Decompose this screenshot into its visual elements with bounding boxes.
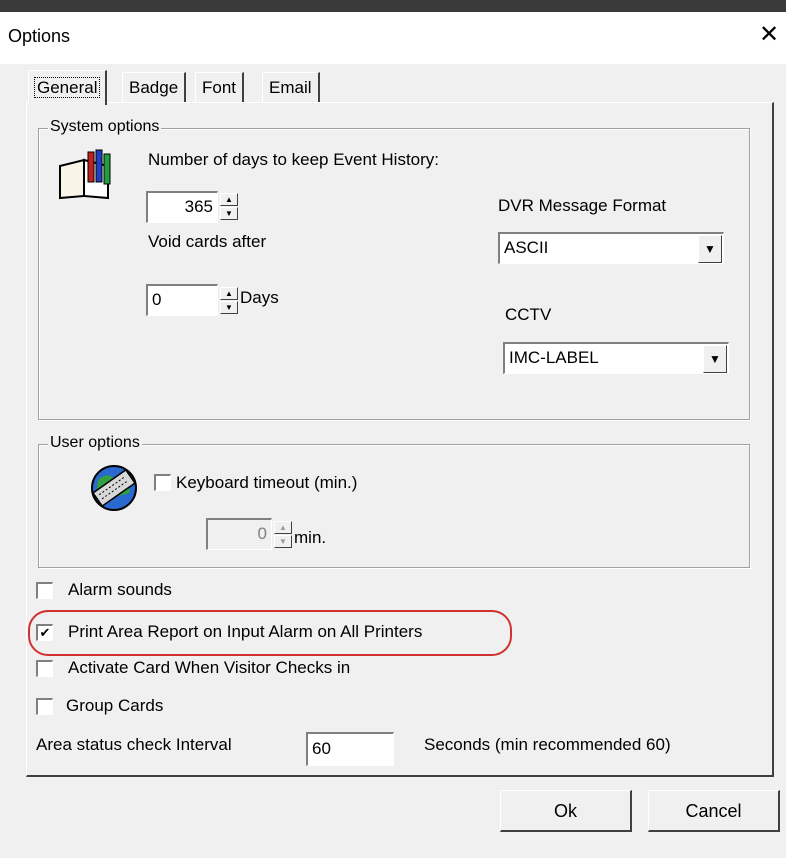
keyboard-timeout-checkbox[interactable] xyxy=(154,474,171,491)
history-days-input[interactable]: 365 xyxy=(146,191,218,223)
area-status-label: Area status check Interval xyxy=(36,735,232,754)
book-icon xyxy=(59,149,111,200)
tab-email-label: Email xyxy=(269,78,312,97)
dvr-format-value: ASCII xyxy=(504,238,549,257)
window-top-strip xyxy=(0,0,786,12)
area-status-input[interactable]: 60 xyxy=(306,732,394,766)
spin-down-icon[interactable]: ▼ xyxy=(220,301,238,314)
keyboard-globe-icon xyxy=(91,465,137,511)
cctv-label: CCTV xyxy=(505,305,552,324)
chevron-down-icon[interactable]: ▼ xyxy=(698,235,722,263)
alarm-sounds-checkbox[interactable] xyxy=(36,582,53,599)
cctv-select[interactable]: IMC-LABEL ▼ xyxy=(503,342,729,374)
print-area-report-label: Print Area Report on Input Alarm on All … xyxy=(68,622,423,641)
system-options-legend: System options xyxy=(48,118,162,136)
timeout-spinner: ▲ ▼ xyxy=(274,518,292,552)
print-area-report-checkbox[interactable]: ✔ xyxy=(36,624,53,641)
tab-general-label: General xyxy=(33,77,101,98)
history-label: Number of days to keep Event History: xyxy=(148,150,440,169)
spin-down-icon[interactable]: ▼ xyxy=(274,535,292,548)
tab-email[interactable]: Email xyxy=(262,72,320,103)
cctv-value: IMC-LABEL xyxy=(509,348,599,367)
min-suffix: min. xyxy=(294,528,327,547)
spin-down-icon[interactable]: ▼ xyxy=(220,207,238,220)
keyboard-timeout-label: Keyboard timeout (min.) xyxy=(176,473,358,492)
dvr-label: DVR Message Format xyxy=(498,196,667,215)
dvr-format-select[interactable]: ASCII ▼ xyxy=(498,232,724,264)
void-days-spinner: ▲ ▼ xyxy=(220,284,238,318)
tab-badge[interactable]: Badge xyxy=(122,72,187,103)
void-label: Void cards after xyxy=(148,232,267,251)
activate-card-checkbox[interactable] xyxy=(36,660,53,677)
tab-general[interactable]: General xyxy=(28,70,108,105)
spin-up-icon[interactable]: ▲ xyxy=(220,287,238,300)
group-cards-checkbox[interactable] xyxy=(36,698,53,715)
ok-button[interactable]: Ok xyxy=(500,790,632,832)
tab-font-label: Font xyxy=(202,78,237,97)
timeout-minutes-input[interactable]: 0 xyxy=(206,518,272,550)
spin-up-icon[interactable]: ▲ xyxy=(274,521,292,534)
void-days-input[interactable]: 0 xyxy=(146,284,218,316)
activate-card-label: Activate Card When Visitor Checks in xyxy=(68,658,351,677)
area-status-suffix: Seconds (min recommended 60) xyxy=(424,735,671,754)
title-bar xyxy=(0,12,786,64)
spin-up-icon[interactable]: ▲ xyxy=(220,193,238,206)
group-cards-label: Group Cards xyxy=(66,696,164,715)
history-days-spinner: ▲ ▼ xyxy=(220,190,238,224)
user-options-legend: User options xyxy=(48,434,142,452)
days-suffix: Days xyxy=(240,288,279,307)
chevron-down-icon[interactable]: ▼ xyxy=(703,345,727,373)
system-options-group xyxy=(38,128,750,420)
tab-badge-label: Badge xyxy=(129,78,179,97)
window-title: Options xyxy=(8,26,71,46)
cancel-button[interactable]: Cancel xyxy=(648,790,780,832)
close-icon[interactable]: ✕ xyxy=(756,20,782,50)
tab-font[interactable]: Font xyxy=(195,72,245,103)
alarm-sounds-label: Alarm sounds xyxy=(68,580,172,599)
